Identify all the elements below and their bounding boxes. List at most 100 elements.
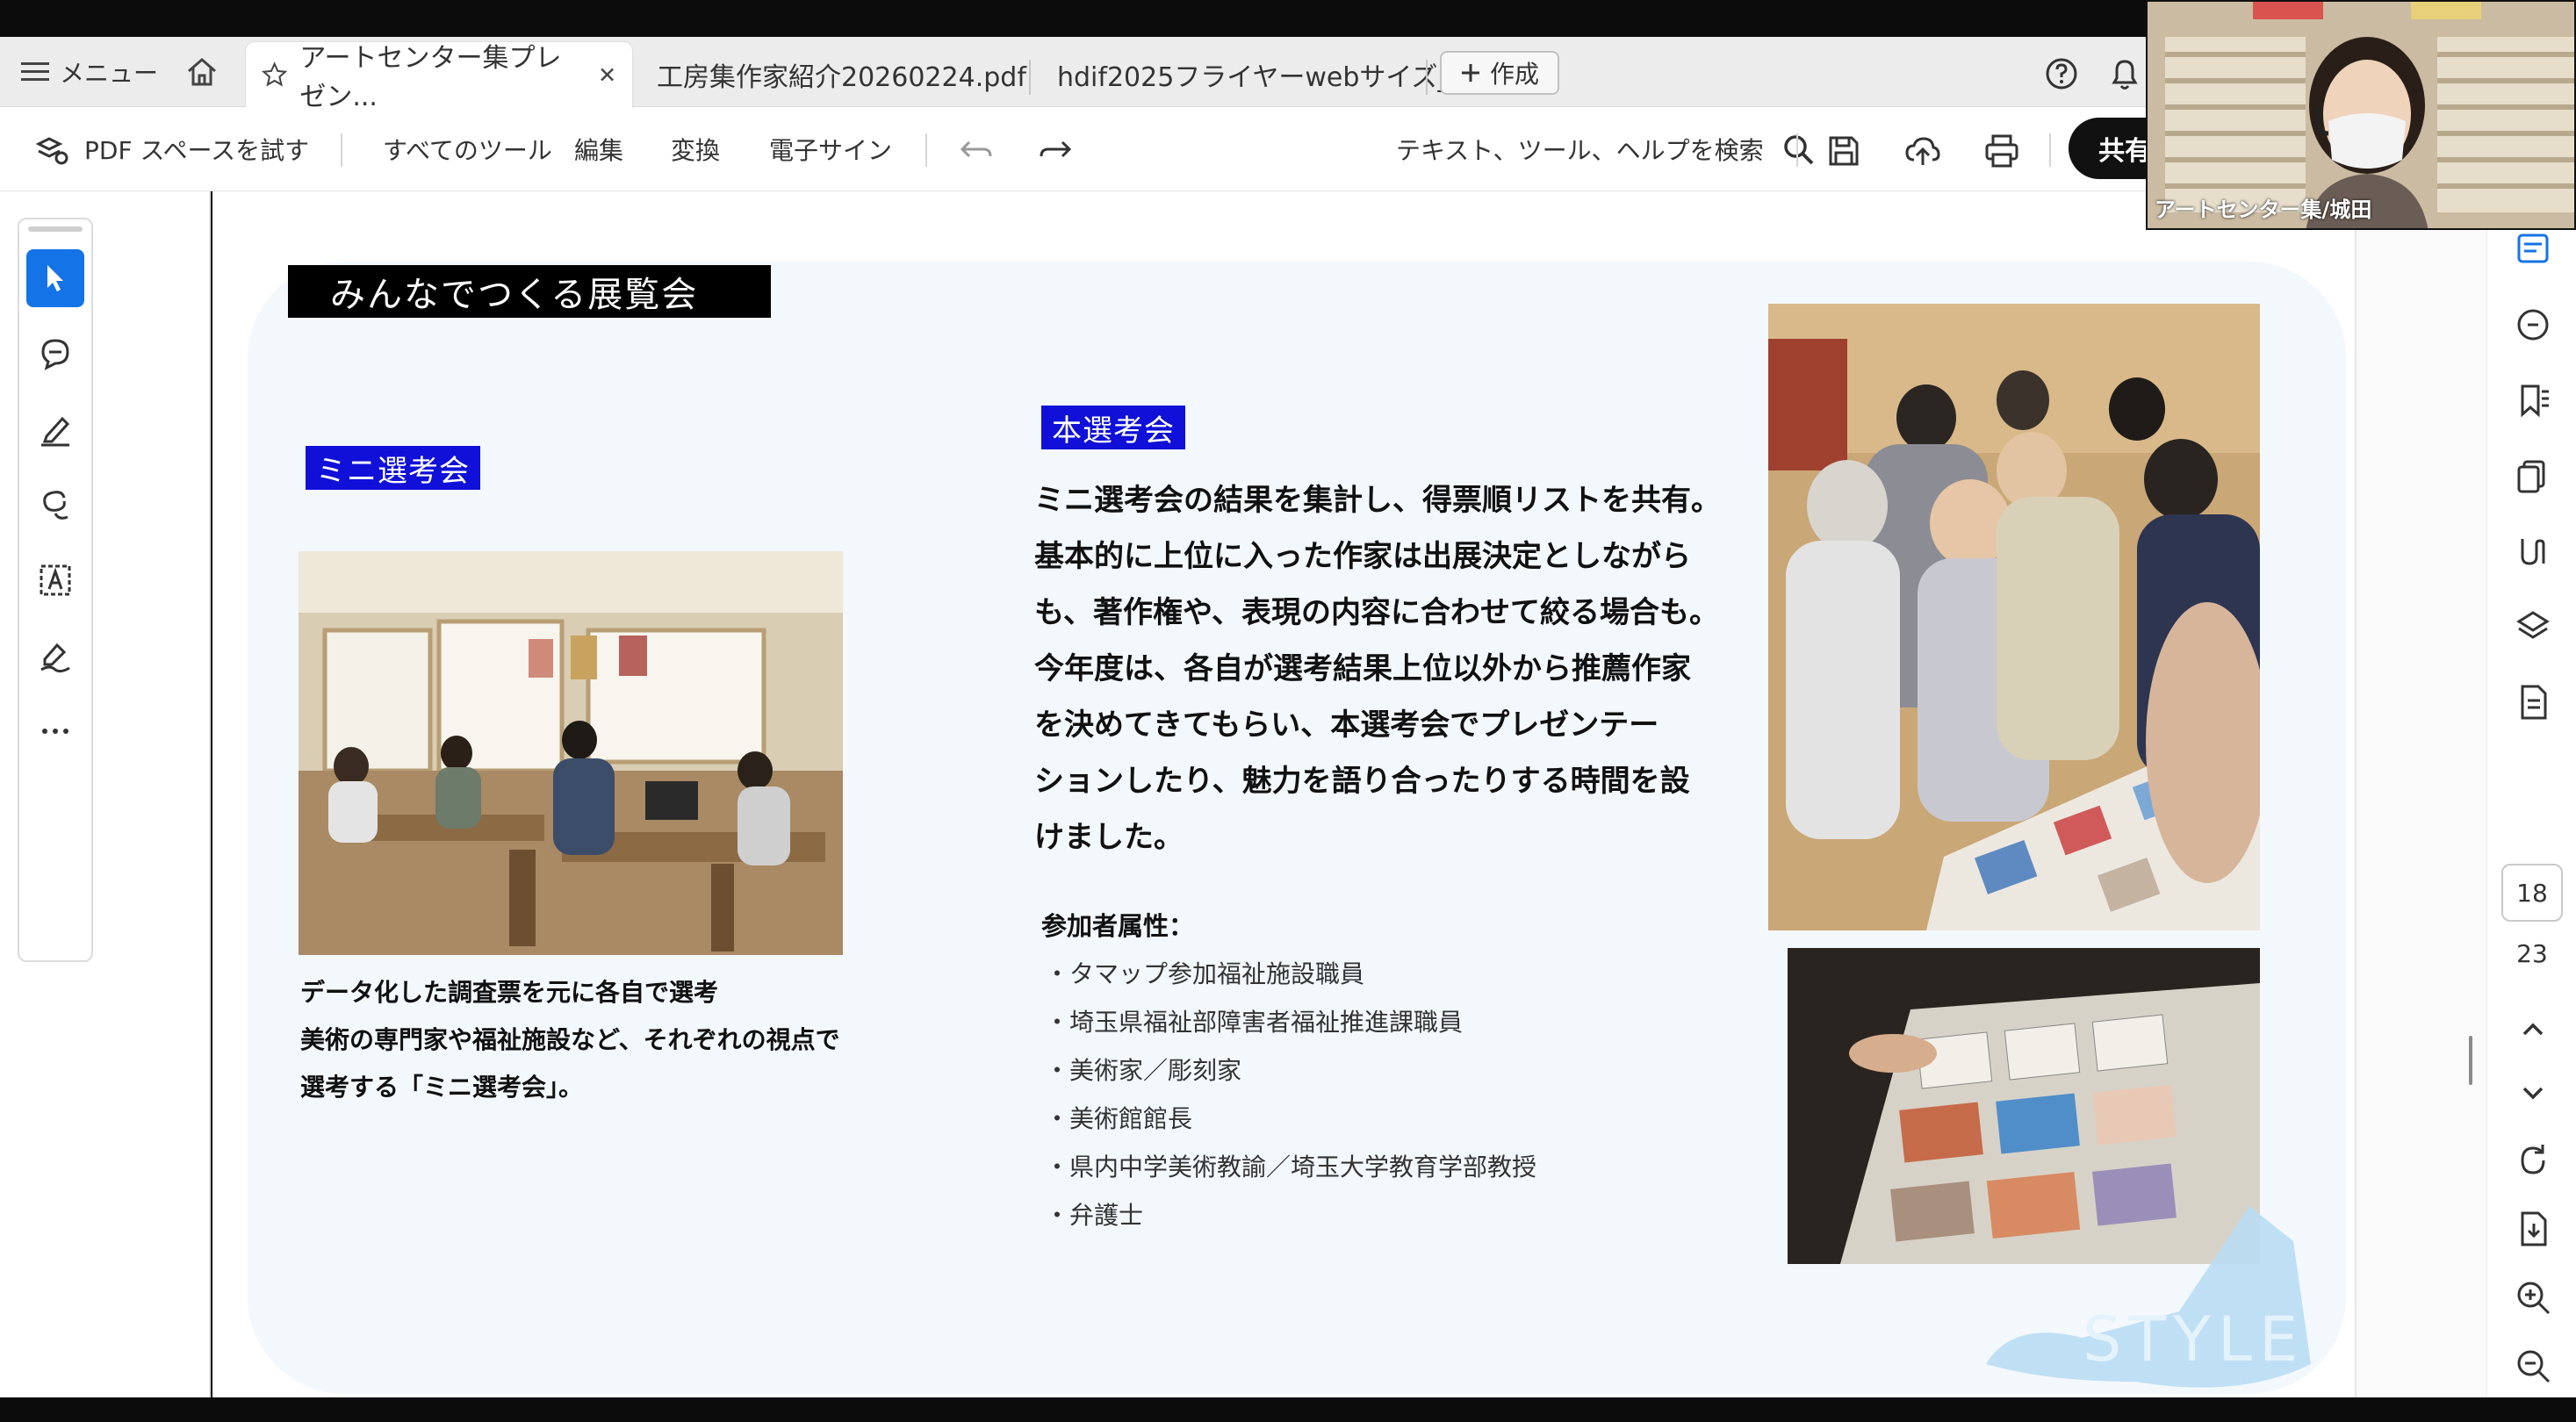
esign-button[interactable]: 電子サイン <box>769 107 892 191</box>
vertical-scrollbar-thumb[interactable] <box>2469 1036 2472 1085</box>
list-item: ・弁護士 <box>1045 1201 1144 1230</box>
document-properties-icon[interactable] <box>2514 683 2552 722</box>
all-tools-button[interactable]: すべてのツール <box>383 107 552 191</box>
select-tool-button[interactable] <box>26 249 84 307</box>
cloud-upload-icon[interactable] <box>1903 132 1942 170</box>
tab-separator <box>1426 60 1428 95</box>
chevron-down-icon[interactable] <box>2514 1073 2552 1111</box>
plus-icon <box>1461 64 1479 82</box>
pdf-page: みんなでつくる展覧会 ミニ選考会 データ化した調査票を元に各自で選考 美術の専門… <box>212 191 2355 1397</box>
tab-label: hdif2025フライヤーwebサイズ_... <box>1057 62 1477 93</box>
star-icon[interactable] <box>262 59 288 90</box>
tab-separator <box>1029 60 1031 95</box>
attachments-icon[interactable] <box>2514 532 2552 571</box>
description-line: ミニ選考会の結果を集計し、得票順リストを共有。 <box>1034 483 1721 518</box>
redo-icon[interactable] <box>1036 132 1075 170</box>
signature-pen-icon <box>40 643 70 673</box>
bell-icon[interactable] <box>2107 54 2142 93</box>
spaces-icon <box>35 137 68 165</box>
text-box-icon <box>40 564 71 596</box>
search-placeholder: テキスト、ツール、ヘルプを検索 <box>1396 136 1764 165</box>
sign-tool-button[interactable] <box>26 627 84 685</box>
document-viewport[interactable]: みんなでつくる展覧会 ミニ選考会 データ化した調査票を元に各自で選考 美術の専門… <box>212 191 2355 1397</box>
save-page-icon[interactable] <box>2514 1210 2552 1248</box>
rail-drag-handle[interactable] <box>28 226 83 232</box>
create-button[interactable]: 作成 <box>1440 51 1559 95</box>
highlighter-pen-icon <box>41 416 70 447</box>
tab-art-center-presentation[interactable]: アートセンター集プレゼン... <box>246 42 632 112</box>
close-icon[interactable] <box>598 63 616 86</box>
hamburger-icon <box>21 62 49 81</box>
current-page-input[interactable]: 18 <box>2501 864 2563 922</box>
esign-label: 電子サイン <box>769 136 893 165</box>
list-item: ・埼玉県福祉部障害者福祉推進課職員 <box>1045 1008 1464 1037</box>
toolbar-separator <box>2049 133 2051 167</box>
comments-panel-icon[interactable] <box>2514 305 2552 344</box>
convert-button[interactable]: 変換 <box>671 107 720 191</box>
ai-assistant-icon[interactable] <box>2514 230 2552 269</box>
tab-label: 工房集作家紹介20260224.pdf <box>657 62 1026 93</box>
text-box-tool-button[interactable] <box>26 551 84 609</box>
zoom-in-icon[interactable] <box>2514 1278 2552 1317</box>
more-horizontal-icon <box>42 729 68 734</box>
freehand-lasso-icon <box>43 491 68 520</box>
try-spaces-label: PDF スペースを試す <box>84 136 310 165</box>
home-icon[interactable] <box>184 54 219 90</box>
tab-hdif2025-flyer[interactable]: hdif2025フライヤーwebサイズ_... <box>1041 42 1492 107</box>
try-pdf-spaces-button[interactable]: PDF スペースを試す <box>33 107 309 191</box>
edit-button[interactable]: 編集 <box>574 107 623 191</box>
undo-icon[interactable] <box>957 132 996 170</box>
list-item: ・県内中学美術教諭／埼玉大学教育学部教授 <box>1045 1153 1537 1181</box>
more-tools-button[interactable] <box>26 702 84 760</box>
main-selection-label: 本選考会 <box>1041 406 1185 449</box>
highlight-tool-button[interactable] <box>26 400 84 458</box>
share-label: 共有 <box>2098 136 2151 167</box>
description-line: ションしたり、魅力を語り合ったりする時間を設 <box>1034 764 1690 799</box>
chevron-up-icon[interactable] <box>2514 1009 2552 1048</box>
screen-bottom-border <box>0 1397 2576 1422</box>
participant-name-label: アートセンター集/城田 <box>2155 198 2372 222</box>
page-thumbnails-icon[interactable] <box>2514 456 2552 495</box>
cursor-arrow-icon <box>47 265 63 291</box>
quick-tools-rail <box>18 218 93 962</box>
edit-label: 編集 <box>574 136 624 165</box>
toolbar-separator <box>341 133 342 167</box>
all-tools-label: すべてのツール <box>383 136 552 165</box>
list-item: ・タマップ参加福祉施設職員 <box>1045 959 1365 988</box>
section-title: みんなでつくる展覧会 <box>288 265 771 318</box>
draw-tool-button[interactable] <box>26 476 84 534</box>
print-icon[interactable] <box>1982 132 2021 170</box>
tab-label: アートセンター集プレゼン... <box>299 43 562 112</box>
search-field[interactable]: テキスト、ツール、ヘルプを検索 <box>1396 107 1815 191</box>
right-icon-rail: 18 23 <box>2486 191 2576 1397</box>
description-line: 今年度は、各自が選考結果上位以外から推薦作家 <box>1034 651 1691 686</box>
participant-attributes-title: 参加者属性： <box>1041 911 1195 941</box>
bookmarks-icon[interactable] <box>2514 381 2552 420</box>
style-watermark-logo: STYLE <box>1986 1206 2311 1388</box>
comment-tool-button[interactable] <box>26 325 84 383</box>
comment-plus-icon <box>41 339 69 370</box>
menu-button[interactable]: メニュー <box>21 37 158 107</box>
create-label: 作成 <box>1489 60 1539 89</box>
menu-label: メニュー <box>60 59 159 88</box>
left-tool-panel <box>0 191 211 1397</box>
tab-kobo-shu-artist-intro[interactable]: 工房集作家紹介20260224.pdf <box>641 42 1042 107</box>
layers-icon[interactable] <box>2514 607 2552 646</box>
mini-selection-label: ミニ選考会 <box>306 446 480 490</box>
caption-line: 選考する「ミニ選考会」。 <box>300 1073 584 1102</box>
zoom-out-icon[interactable] <box>2514 1347 2552 1385</box>
help-icon[interactable] <box>2044 56 2079 91</box>
description-line: を決めてきてもらい、本選考会でプレゼンテー <box>1034 707 1659 743</box>
caption-line: データ化した調査票を元に各自で選考 <box>300 978 719 1007</box>
description-line: けました。 <box>1034 820 1184 855</box>
convert-label: 変換 <box>671 136 721 165</box>
list-item: ・美術館館長 <box>1045 1104 1193 1133</box>
description-line: も、著作権や、表現の内容に合わせて絞る場合も。 <box>1034 595 1719 630</box>
list-item: ・美術家／彫刻家 <box>1045 1056 1242 1085</box>
rotate-refresh-icon[interactable] <box>2514 1141 2552 1180</box>
description-line: 基本的に上位に入った作家は出展決定としながら <box>1034 539 1691 574</box>
save-icon[interactable] <box>1824 132 1863 170</box>
toolbar-separator <box>1796 133 1798 167</box>
selection-meeting-photo <box>1768 304 2260 930</box>
caption-line: 美術の専門家や福祉施設など、それぞれの視点で <box>300 1025 840 1054</box>
